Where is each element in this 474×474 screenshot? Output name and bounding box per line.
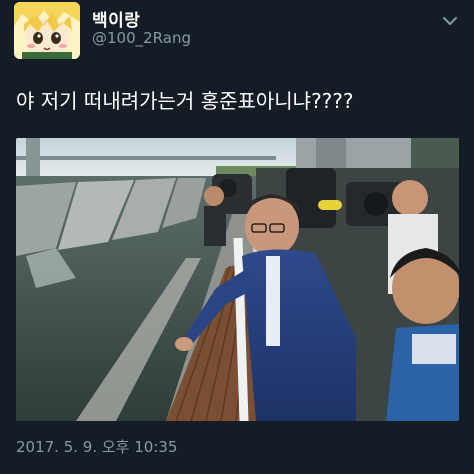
chevron-down-icon[interactable] <box>442 12 458 25</box>
tweet-timestamp[interactable]: 2017. 5. 9. 오후 10:35 <box>16 436 177 457</box>
tweet-photo[interactable] <box>16 138 459 421</box>
avatar-illustration <box>14 2 80 59</box>
photo-illustration <box>16 138 459 421</box>
avatar[interactable] <box>14 2 80 59</box>
user-handle[interactable]: @100_2Rang <box>92 29 191 47</box>
tweet-text: 야 저기 떠내려가는거 홍준표아니냐???? <box>16 89 354 113</box>
display-name[interactable]: 백이랑 <box>92 6 140 31</box>
